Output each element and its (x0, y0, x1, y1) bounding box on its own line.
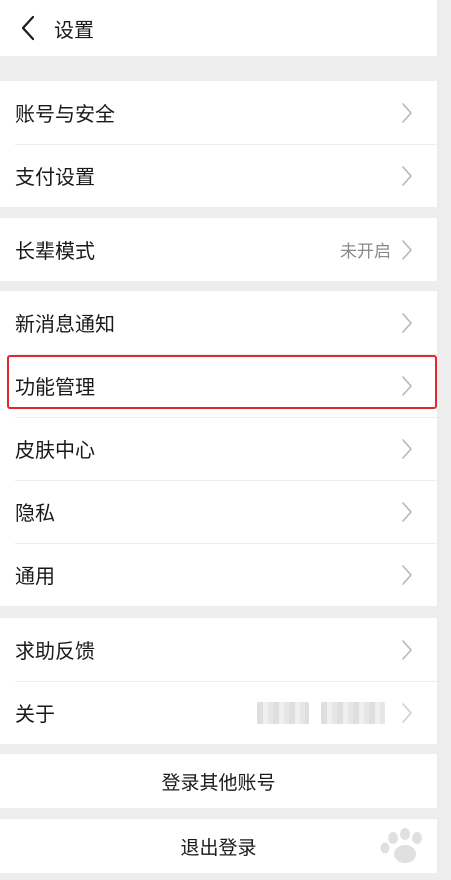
chevron-left-icon (21, 15, 35, 41)
chevron-right-icon (401, 312, 415, 334)
chevron-right-icon (401, 501, 415, 523)
back-button[interactable] (8, 0, 48, 56)
page-title: 设置 (54, 17, 94, 42)
menu-item-payment-settings[interactable]: 支付设置 (0, 144, 437, 207)
settings-group-account: 账号与安全 支付设置 (0, 81, 437, 207)
menu-item-general[interactable]: 通用 (0, 543, 437, 606)
chevron-right-icon (401, 165, 415, 187)
menu-item-skin-center[interactable]: 皮肤中心 (0, 417, 437, 480)
chevron-right-icon (401, 239, 415, 261)
menu-item-label: 隐私 (15, 501, 55, 525)
menu-item-elder-mode[interactable]: 长辈模式 未开启 (0, 218, 437, 281)
chevron-right-icon (401, 438, 415, 460)
blurred-block (257, 701, 309, 724)
chevron-right-icon (401, 375, 415, 397)
switch-account-button[interactable]: 登录其他账号 (0, 754, 437, 808)
blurred-version-info (257, 701, 397, 724)
chevron-right-icon (401, 702, 415, 724)
menu-item-label: 皮肤中心 (15, 438, 95, 462)
settings-group-elder-mode: 长辈模式 未开启 (0, 218, 437, 281)
menu-item-label: 账号与安全 (15, 102, 115, 126)
menu-item-label: 求助反馈 (15, 639, 95, 663)
menu-item-account-security[interactable]: 账号与安全 (0, 81, 437, 144)
chevron-right-icon (401, 639, 415, 661)
menu-item-about[interactable]: 关于 (0, 681, 437, 744)
elder-mode-status: 未开启 (340, 242, 391, 262)
menu-item-help-feedback[interactable]: 求助反馈 (0, 618, 437, 681)
menu-item-new-message-notification[interactable]: 新消息通知 (0, 291, 437, 354)
menu-item-label: 支付设置 (15, 165, 95, 189)
blurred-block (321, 701, 385, 724)
menu-item-feature-management[interactable]: 功能管理 (0, 354, 437, 417)
chevron-right-icon (401, 564, 415, 586)
top-bar: 设置 (0, 0, 437, 56)
menu-item-privacy[interactable]: 隐私 (0, 480, 437, 543)
menu-item-label: 长辈模式 (15, 239, 95, 263)
logout-button[interactable]: 退出登录 (0, 819, 437, 873)
menu-item-label: 通用 (15, 564, 55, 588)
menu-item-label: 功能管理 (15, 375, 95, 399)
settings-group-help: 求助反馈 关于 (0, 618, 437, 744)
menu-item-label: 关于 (15, 702, 55, 726)
menu-item-label: 新消息通知 (15, 312, 115, 336)
settings-group-general: 新消息通知 功能管理 皮肤中心 隐私 通用 (0, 291, 437, 606)
chevron-right-icon (401, 102, 415, 124)
